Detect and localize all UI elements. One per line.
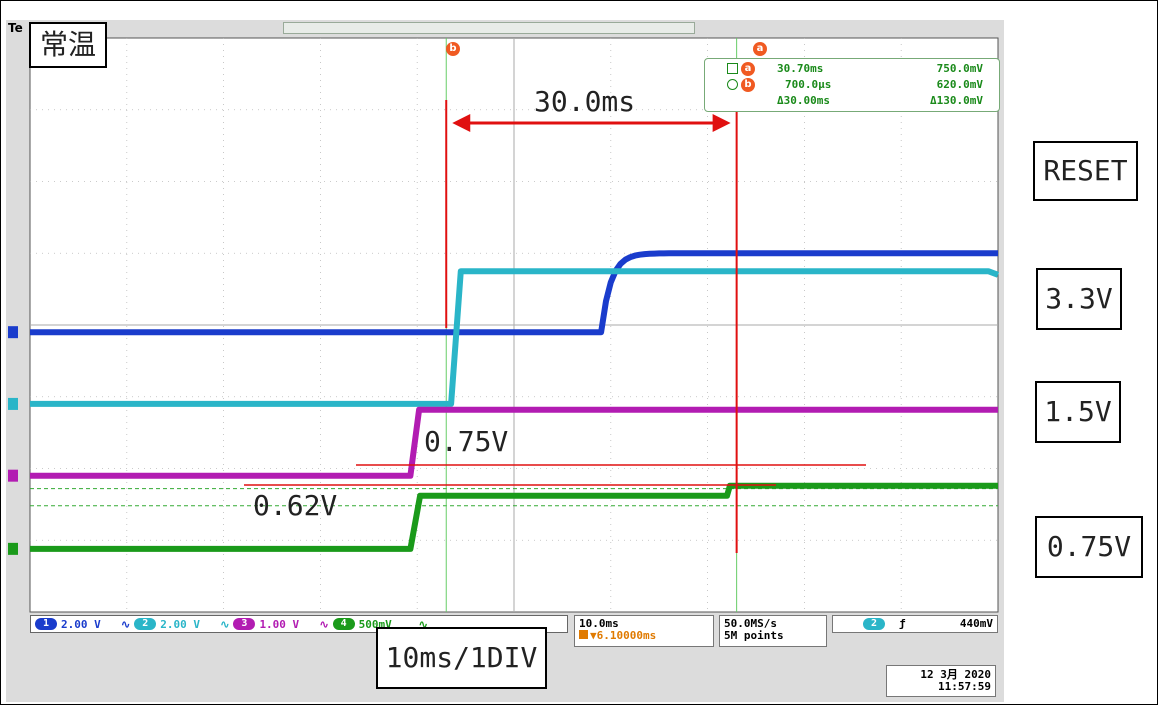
side-label-reset: RESET <box>1033 141 1138 201</box>
channel-1-scale: 2.00 V <box>61 617 101 631</box>
cursor-a-time: 30.70ms <box>777 62 824 75</box>
cursor-a-marker[interactable]: a <box>753 42 767 56</box>
acquisition-box[interactable]: 50.0MS/s 5M points <box>719 615 827 647</box>
time: 11:57:59 <box>938 680 991 693</box>
side-label-3v3: 3.3V <box>1036 268 1122 330</box>
cursor-readout: a 30.70ms 750.0mV b 700.0µs 620.0mV Δ30.… <box>704 58 1000 112</box>
side-label-0v75: 0.75V <box>1035 516 1143 578</box>
date: 12 3月 2020 <box>920 668 991 681</box>
channel-marker-1 <box>8 326 18 339</box>
cursor-a-value: 750.0mV <box>936 62 983 75</box>
level-annotation-low: 0.62V <box>253 489 338 522</box>
cursor-delta-time: Δ30.00ms <box>777 94 830 107</box>
channel-4-badge: 4 <box>332 618 355 630</box>
sample-rate: 50.0MS/s <box>724 617 777 630</box>
channel-2-scale: 2.00 V <box>160 617 200 631</box>
cursor-delta-value: Δ130.0mV <box>930 94 983 107</box>
trigger-slope-icon: ƒ <box>899 617 906 630</box>
scope-logo: Te <box>8 21 23 35</box>
timebase-box[interactable]: 10.0ms ▼6.10000ms <box>574 615 714 647</box>
trigger-level: 440mV <box>959 617 993 630</box>
channel-marker-2 <box>8 397 18 410</box>
trigger-channel-badge: 2 <box>863 618 885 630</box>
channel-3-scale: 1.00 V <box>259 617 300 631</box>
datetime-box: 12 3月 2020 11:57:59 <box>886 665 996 697</box>
bandwidth-icon: ∿ <box>121 617 131 631</box>
bandwidth-icon: ∿ <box>319 617 329 631</box>
bandwidth-icon: ∿ <box>220 617 230 631</box>
timebase-annotation: 10ms/1DIV <box>376 627 547 689</box>
cursor-b-badge: b <box>741 78 755 92</box>
channel-3-badge: 3 <box>233 618 256 630</box>
condition-label: 常温 <box>29 22 107 68</box>
cursor-b-time: 700.0µs <box>785 78 832 91</box>
level-annotation-high: 0.75V <box>424 425 509 458</box>
cursor-b-value: 620.0mV <box>936 78 983 91</box>
timebase-per-div: 10.0ms <box>579 617 619 630</box>
cursor-b-circle-icon <box>727 79 738 90</box>
channel-marker-4 <box>8 542 18 555</box>
cursor-a-badge: a <box>741 62 755 76</box>
channel-marker-3 <box>8 469 18 482</box>
interval-annotation: 30.0ms <box>534 85 636 118</box>
record-length: 5M points <box>724 629 784 642</box>
channel-2-badge: 2 <box>134 618 157 630</box>
trigger-box[interactable]: 2 ƒ 440mV <box>832 615 998 633</box>
cursor-b-marker[interactable]: b <box>446 42 460 56</box>
side-label-1v5: 1.5V <box>1035 381 1121 443</box>
timebase-position: ▼6.10000ms <box>590 629 657 642</box>
trigger-position-icon <box>579 630 588 639</box>
channel-1-badge: 1 <box>35 618 57 630</box>
cursor-a-square-icon <box>727 63 738 74</box>
